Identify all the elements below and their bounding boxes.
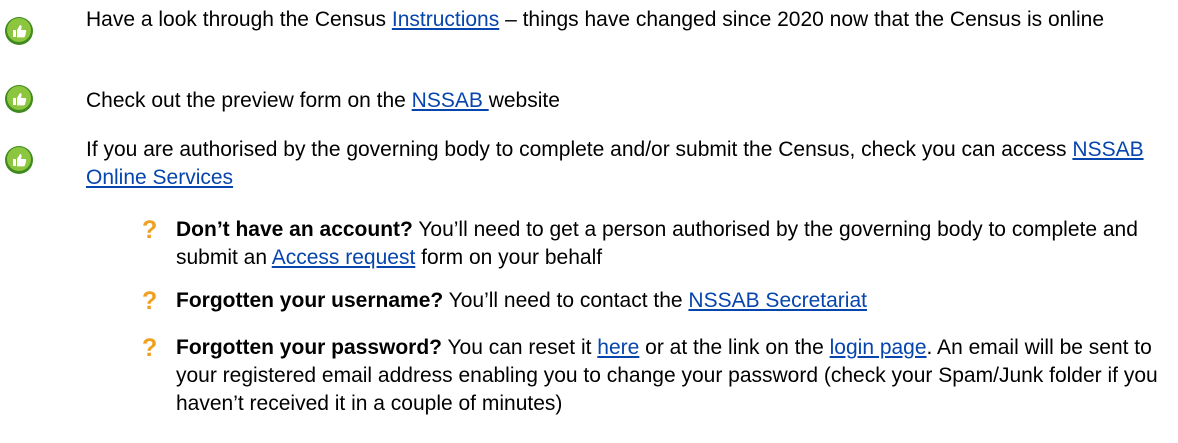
question-item-password: Forgotten your password? You can reset i… xyxy=(176,334,1171,418)
question-text: or at the link on the xyxy=(639,336,830,359)
question-text: form on your behalf xyxy=(415,246,603,269)
bullet-item-online-services: If you are authorised by the governing b… xyxy=(86,136,1171,192)
bullet-text: – things have changed since 2020 now tha… xyxy=(499,8,1104,31)
question-mark-icon: ? xyxy=(142,287,158,315)
thumbs-up-icon xyxy=(4,84,34,114)
question-mark-icon: ? xyxy=(142,334,158,362)
nssab-website-link[interactable]: NSSAB xyxy=(412,89,489,112)
access-request-link[interactable]: Access request xyxy=(272,246,416,269)
bullet-item-preview-form: Check out the preview form on the NSSAB … xyxy=(86,87,1171,115)
bullet-text: Have a look through the Census xyxy=(86,8,392,31)
thumbs-up-icon xyxy=(4,16,34,46)
question-heading: Don’t have an account? xyxy=(176,218,413,241)
bullet-text: If you are authorised by the governing b… xyxy=(86,138,1073,161)
question-heading: Forgotten your password? xyxy=(176,336,443,359)
bullet-item-instructions: Have a look through the Census Instructi… xyxy=(86,6,1171,34)
question-text: You can reset it xyxy=(442,336,598,359)
bullet-text: Check out the preview form on the xyxy=(86,89,412,112)
instructions-link[interactable]: Instructions xyxy=(392,8,499,31)
question-item-username: Forgotten your username? You’ll need to … xyxy=(176,287,1171,315)
question-text: You’ll need to contact the xyxy=(443,289,689,312)
question-item-no-account: Don’t have an account? You’ll need to ge… xyxy=(176,216,1171,272)
thumbs-up-icon xyxy=(4,145,34,175)
nssab-secretariat-link[interactable]: NSSAB Secretariat xyxy=(688,289,867,312)
question-mark-icon: ? xyxy=(142,216,158,244)
bullet-text: website xyxy=(488,89,560,112)
login-page-link[interactable]: login page xyxy=(830,336,927,359)
reset-password-link[interactable]: here xyxy=(597,336,639,359)
question-heading: Forgotten your username? xyxy=(176,289,444,312)
